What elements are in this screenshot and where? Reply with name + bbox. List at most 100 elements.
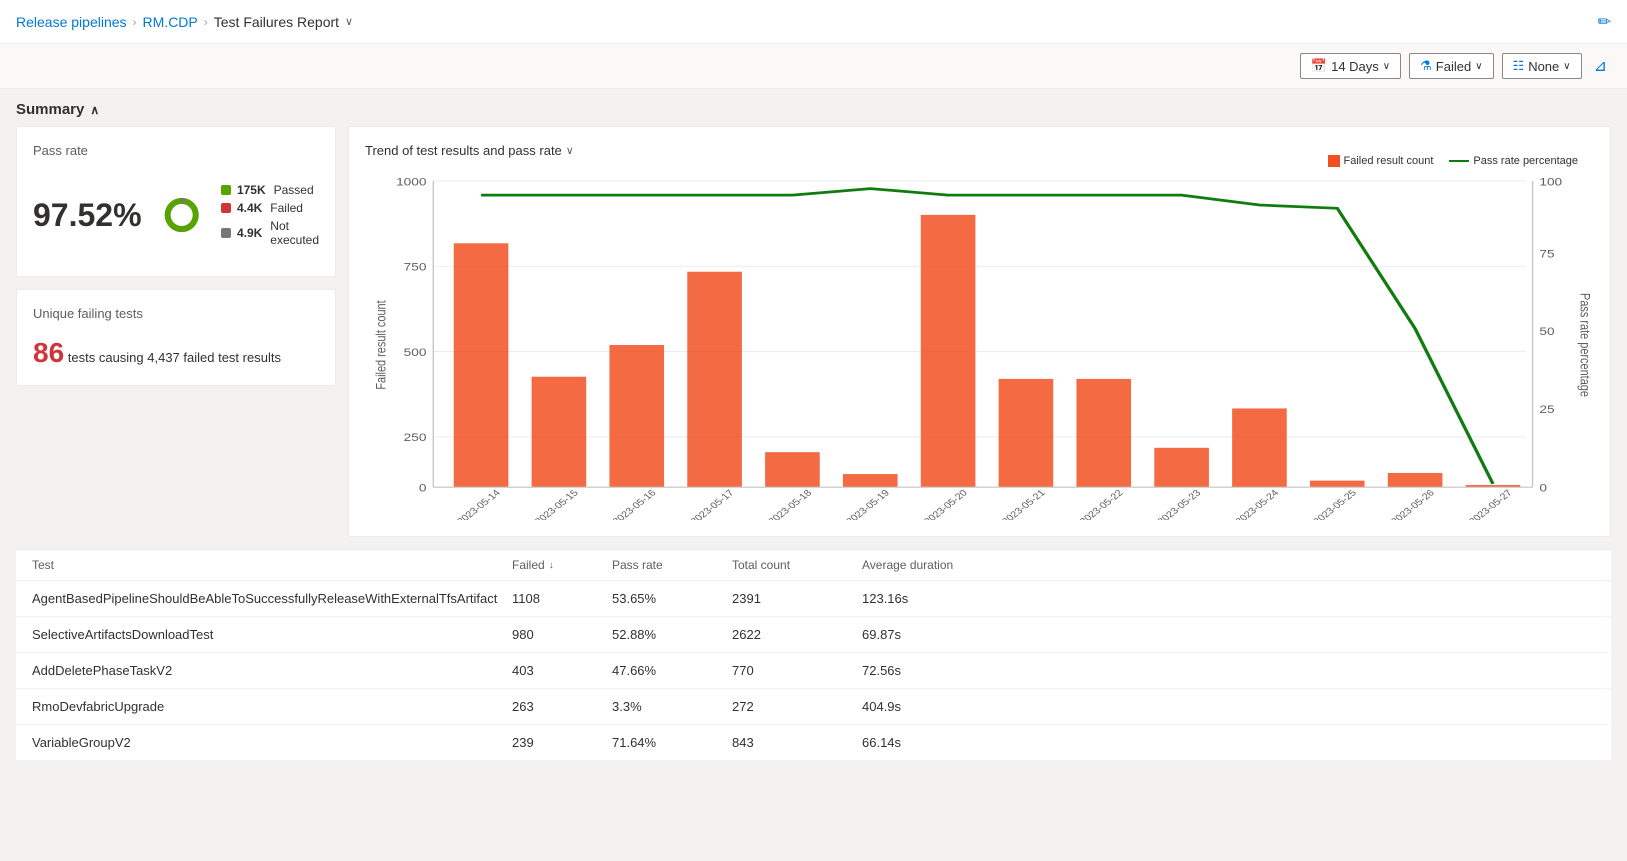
not-executed-dot [221, 228, 231, 238]
none-filter-button[interactable]: ☷ None ∨ [1502, 53, 1582, 79]
days-filter-button[interactable]: 📅 14 Days ∨ [1300, 53, 1401, 79]
cell-total-0: 2391 [732, 591, 862, 606]
breadcrumb-release-pipelines[interactable]: Release pipelines [16, 14, 127, 30]
sort-icon[interactable]: ↓ [549, 560, 554, 571]
svg-text:100: 100 [1539, 176, 1562, 188]
bar-1 [532, 377, 587, 487]
unique-failing-content: 86 tests causing 4,437 failed test resul… [33, 337, 319, 369]
passrate-legend-line [1449, 160, 1469, 162]
edit-icon[interactable]: ✏ [1598, 12, 1611, 32]
cell-avg-2: 72.56s [862, 663, 1012, 678]
donut-legend: 175K Passed 4.4K Failed 4.9K Not execute… [221, 183, 319, 247]
filter-beaker-icon: ⚗ [1420, 58, 1432, 74]
legend-passrate: Pass rate percentage [1449, 155, 1578, 167]
top-bar-right: ✏ [1598, 12, 1611, 32]
failed-header-label: Failed [512, 558, 545, 572]
bar-3 [687, 272, 742, 487]
main-content: Summary ∧ Pass rate 97.52% [0, 89, 1627, 777]
cell-failed-4: 239 [512, 735, 612, 750]
failed-label: Failed [1436, 59, 1471, 74]
donut-chart [162, 170, 201, 260]
cell-test-0: AgentBasedPipelineShouldBeAbleToSuccessf… [32, 591, 512, 606]
col-header-test: Test [32, 558, 512, 572]
svg-text:2023-05-19: 2023-05-19 [844, 488, 892, 520]
summary-header[interactable]: Summary ∧ [16, 89, 1611, 126]
col-header-passrate: Pass rate [612, 558, 732, 572]
svg-text:2023-05-25: 2023-05-25 [1311, 488, 1359, 520]
svg-text:2023-05-15: 2023-05-15 [533, 488, 581, 520]
failed-filter-button[interactable]: ⚗ Failed ∨ [1409, 53, 1493, 79]
days-chevron: ∨ [1383, 61, 1390, 72]
svg-text:2023-05-21: 2023-05-21 [1000, 488, 1048, 520]
svg-text:750: 750 [404, 261, 427, 273]
breadcrumb-sep1: › [133, 15, 137, 29]
svg-text:2023-05-20: 2023-05-20 [922, 488, 970, 520]
table-header-row: Test Failed ↓ Pass rate Total count Aver… [16, 550, 1611, 581]
passed-dot [221, 185, 231, 195]
failed-chevron: ∨ [1475, 61, 1482, 72]
cell-total-1: 2622 [732, 627, 862, 642]
bar-0 [454, 243, 509, 487]
failed-dot [221, 203, 231, 213]
svg-text:Failed result count: Failed result count [373, 300, 388, 390]
summary-panels: Pass rate 97.52% [16, 126, 1611, 537]
not-executed-label: Not executed [270, 219, 319, 247]
cell-passrate-1: 52.88% [612, 627, 732, 642]
cell-avg-3: 404.9s [862, 699, 1012, 714]
pass-rate-value: 97.52% [33, 197, 142, 234]
breadcrumb-current-label: Test Failures Report [214, 14, 339, 30]
pass-rate-panel: Pass rate 97.52% [16, 126, 336, 277]
cell-total-3: 272 [732, 699, 862, 714]
svg-text:25: 25 [1539, 403, 1554, 415]
table-row[interactable]: RmoDevfabricUpgrade 263 3.3% 272 404.9s [16, 689, 1611, 725]
passed-count: 175K [237, 183, 266, 197]
cell-total-4: 843 [732, 735, 862, 750]
legend-failed: 4.4K Failed [221, 201, 319, 215]
bar-10 [1232, 408, 1287, 487]
data-table: Test Failed ↓ Pass rate Total count Aver… [16, 549, 1611, 761]
bar-9 [1154, 448, 1209, 487]
cell-avg-0: 123.16s [862, 591, 1012, 606]
svg-text:500: 500 [404, 346, 427, 358]
table-row[interactable]: AddDeletePhaseTaskV2 403 47.66% 770 72.5… [16, 653, 1611, 689]
col-header-failed: Failed ↓ [512, 558, 612, 572]
pass-rate-title: Pass rate [33, 143, 319, 158]
filter-button[interactable]: ⊿ [1590, 52, 1611, 80]
failed-count: 4.4K [237, 201, 262, 215]
svg-text:0: 0 [419, 482, 427, 494]
cell-test-1: SelectiveArtifactsDownloadTest [32, 627, 512, 642]
breadcrumb-current[interactable]: Test Failures Report ∨ [214, 14, 353, 30]
svg-text:2023-05-27: 2023-05-27 [1467, 488, 1515, 520]
cell-failed-3: 263 [512, 699, 612, 714]
none-chevron: ∨ [1563, 61, 1570, 72]
table-row[interactable]: VariableGroupV2 239 71.64% 843 66.14s [16, 725, 1611, 761]
legend-not-executed: 4.9K Not executed [221, 219, 319, 247]
unique-failing-panel: Unique failing tests 86 tests causing 4,… [16, 289, 336, 386]
col-header-avg-duration: Average duration [862, 558, 1012, 572]
col-header-total: Total count [732, 558, 862, 572]
group-icon: ☷ [1513, 58, 1525, 74]
table-row[interactable]: AgentBasedPipelineShouldBeAbleToSuccessf… [16, 581, 1611, 617]
cell-avg-4: 66.14s [862, 735, 1012, 750]
calendar-icon: 📅 [1311, 58, 1327, 74]
cell-test-3: RmoDevfabricUpgrade [32, 699, 512, 714]
cell-avg-1: 69.87s [862, 627, 1012, 642]
not-executed-count: 4.9K [237, 226, 262, 240]
cell-total-2: 770 [732, 663, 862, 678]
svg-text:2023-05-16: 2023-05-16 [611, 488, 659, 520]
chart-legend: Failed result count Pass rate percentage [1328, 155, 1578, 167]
pass-rate-content: 97.52% [33, 170, 319, 260]
svg-text:250: 250 [404, 432, 427, 444]
chart-title-chevron[interactable]: ∨ [566, 144, 574, 157]
table-row[interactable]: SelectiveArtifactsDownloadTest 980 52.88… [16, 617, 1611, 653]
unique-failing-title: Unique failing tests [33, 306, 319, 321]
bar-7 [999, 379, 1054, 487]
filter-icon: ⊿ [1594, 58, 1607, 75]
failed-legend-label: Failed result count [1344, 155, 1434, 167]
breadcrumb: Release pipelines › RM.CDP › Test Failur… [16, 14, 353, 30]
bar-5 [843, 474, 898, 487]
svg-text:2023-05-22: 2023-05-22 [1078, 488, 1126, 520]
failed-legend-box [1328, 155, 1340, 167]
breadcrumb-rm-cdp[interactable]: RM.CDP [143, 14, 198, 30]
legend-passed: 175K Passed [221, 183, 319, 197]
